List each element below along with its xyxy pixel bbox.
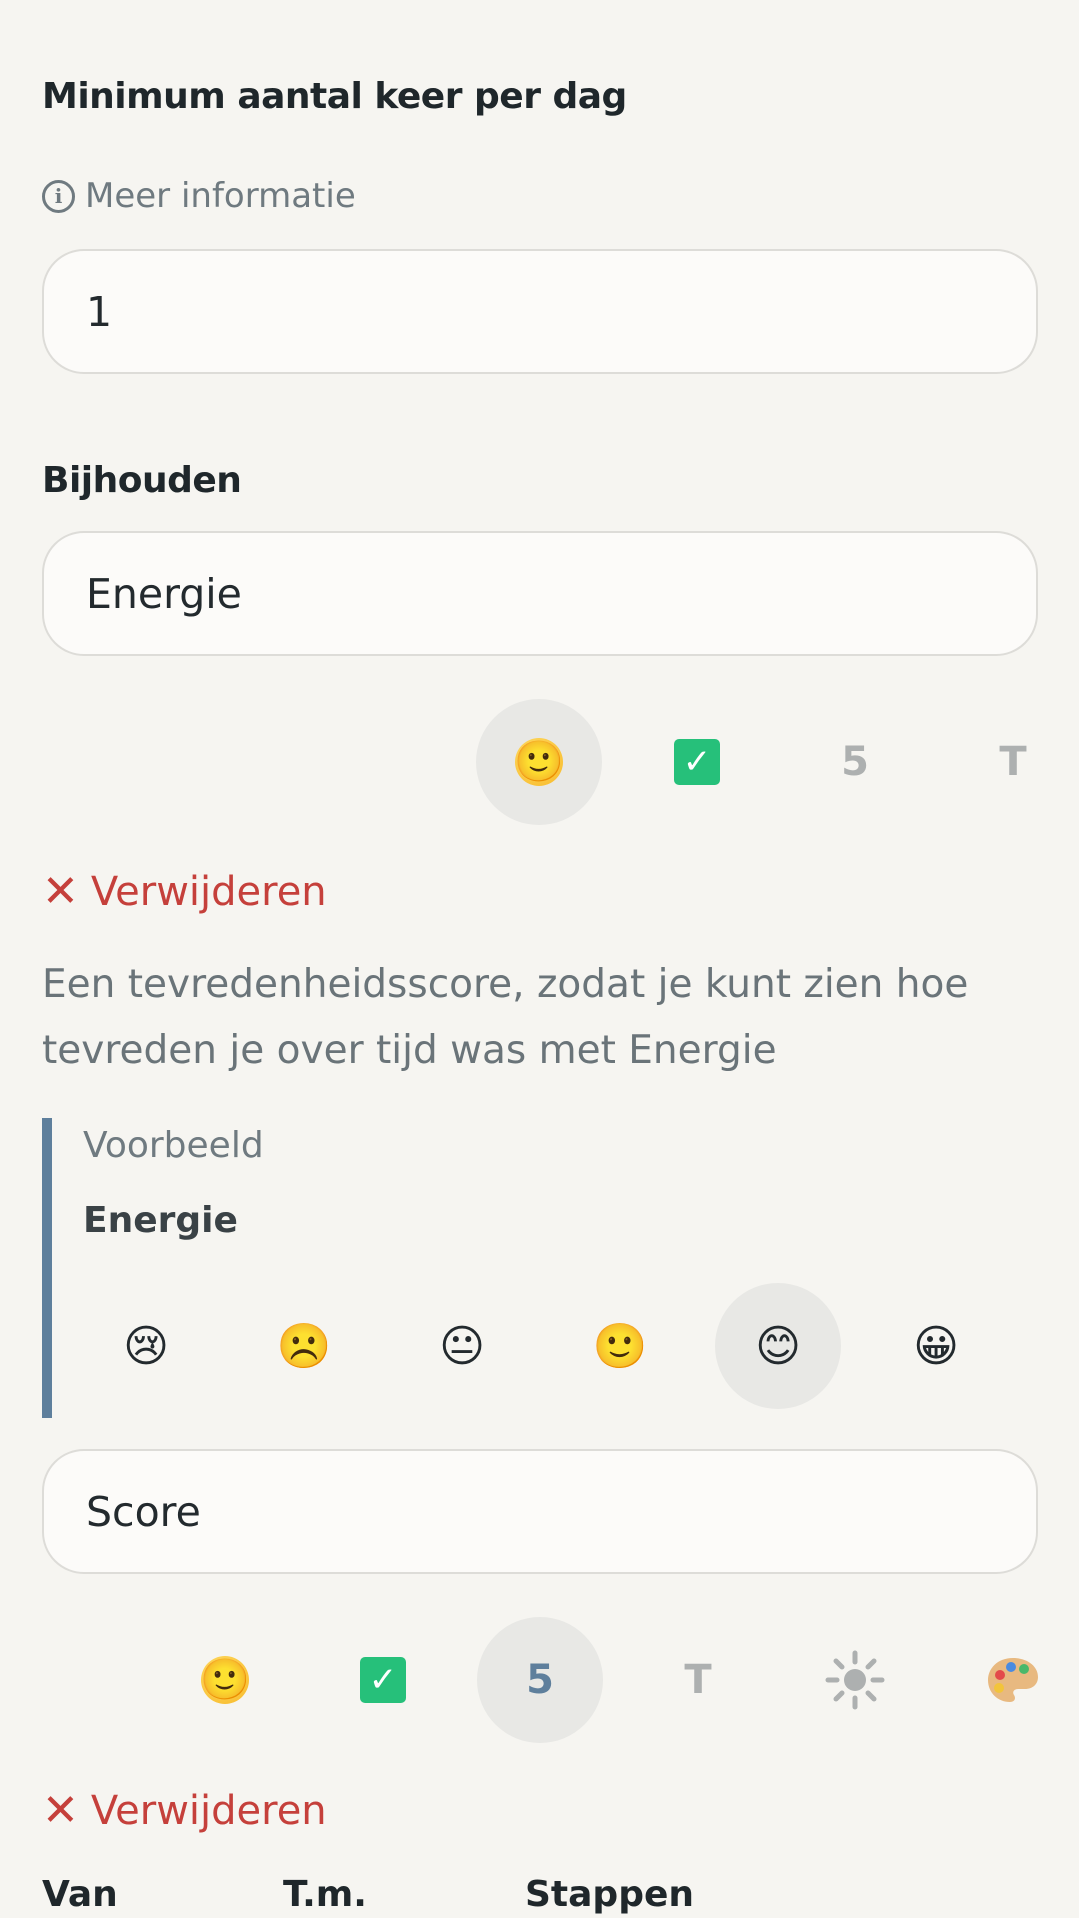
tracking-title: Bijhouden	[42, 460, 242, 501]
example-caption: Voorbeeld	[83, 1125, 264, 1166]
tracking-name-input-score[interactable]: Score	[42, 1449, 1038, 1574]
number-label: 5	[526, 1657, 554, 1703]
grinning-face-icon: 😀	[913, 1320, 959, 1372]
more-info-link[interactable]: i Meer informatie	[42, 176, 356, 216]
type-smiley-button[interactable]: 🙂	[162, 1617, 288, 1743]
number-label: 5	[841, 739, 869, 785]
type-check-button[interactable]: ✓	[634, 699, 760, 825]
type-number-button[interactable]: 5	[477, 1617, 603, 1743]
text-label: T	[999, 739, 1027, 785]
min-per-day-value: 1	[86, 287, 113, 336]
column-header-to: T.m.	[283, 1874, 367, 1915]
type-weather-button[interactable]	[792, 1617, 918, 1743]
example-emoji-smile[interactable]: 😊	[715, 1283, 841, 1409]
example-emoji-neutral[interactable]: 😐	[399, 1283, 525, 1409]
close-icon: ✕	[42, 866, 79, 917]
smiley-icon: 🙂	[200, 1656, 250, 1704]
type-text-button[interactable]: T	[635, 1617, 761, 1743]
tracking-name-value: Score	[86, 1487, 201, 1536]
type-color-button[interactable]	[950, 1617, 1076, 1743]
type-number-button[interactable]: 5	[792, 699, 918, 825]
check-icon: ✓	[674, 739, 720, 785]
tracking-name-value: Energie	[86, 569, 242, 618]
type-check-button[interactable]: ✓	[320, 1617, 446, 1743]
sun-icon	[825, 1650, 885, 1710]
more-info-label: Meer informatie	[85, 176, 356, 216]
tracking-name-input-energie[interactable]: Energie	[42, 531, 1038, 656]
type-smiley-button[interactable]: 🙂	[476, 699, 602, 825]
min-per-day-title: Minimum aantal keer per dag	[42, 76, 627, 117]
text-label: T	[684, 1657, 712, 1703]
type-text-button[interactable]: T	[950, 699, 1076, 825]
remove-label: Verwijderen	[90, 868, 327, 915]
remove-score-button[interactable]: ✕ Verwijderen	[42, 1785, 327, 1836]
remove-label: Verwijderen	[90, 1787, 327, 1834]
info-icon: i	[42, 179, 75, 213]
example-emoji-grin[interactable]: 😀	[873, 1283, 999, 1409]
example-emoji-sad[interactable]: ☹️	[241, 1283, 367, 1409]
column-header-from: Van	[42, 1874, 118, 1915]
smiling-face-icon: 😊	[755, 1320, 801, 1372]
check-icon: ✓	[360, 1657, 406, 1703]
crying-face-icon: 😢	[123, 1320, 169, 1372]
tracking-description: Een tevredenheidsscore, zodat je kunt zi…	[42, 962, 969, 1073]
example-emoji-very-sad[interactable]: 😢	[83, 1283, 209, 1409]
example-accent-bar	[42, 1118, 52, 1418]
column-header-steps: Stappen	[525, 1874, 695, 1915]
remove-energie-button[interactable]: ✕ Verwijderen	[42, 866, 327, 917]
smiley-icon: 🙂	[514, 738, 564, 786]
slightly-smiling-face-icon: 🙂	[592, 1321, 648, 1372]
example-title: Energie	[83, 1200, 238, 1241]
example-emoji-slight-smile[interactable]: 🙂	[557, 1283, 683, 1409]
neutral-face-icon: 😐	[439, 1320, 485, 1372]
frowning-face-icon: ☹️	[276, 1321, 332, 1372]
close-icon: ✕	[42, 1785, 79, 1836]
min-per-day-input[interactable]: 1	[42, 249, 1038, 374]
palette-icon	[988, 1658, 1038, 1702]
